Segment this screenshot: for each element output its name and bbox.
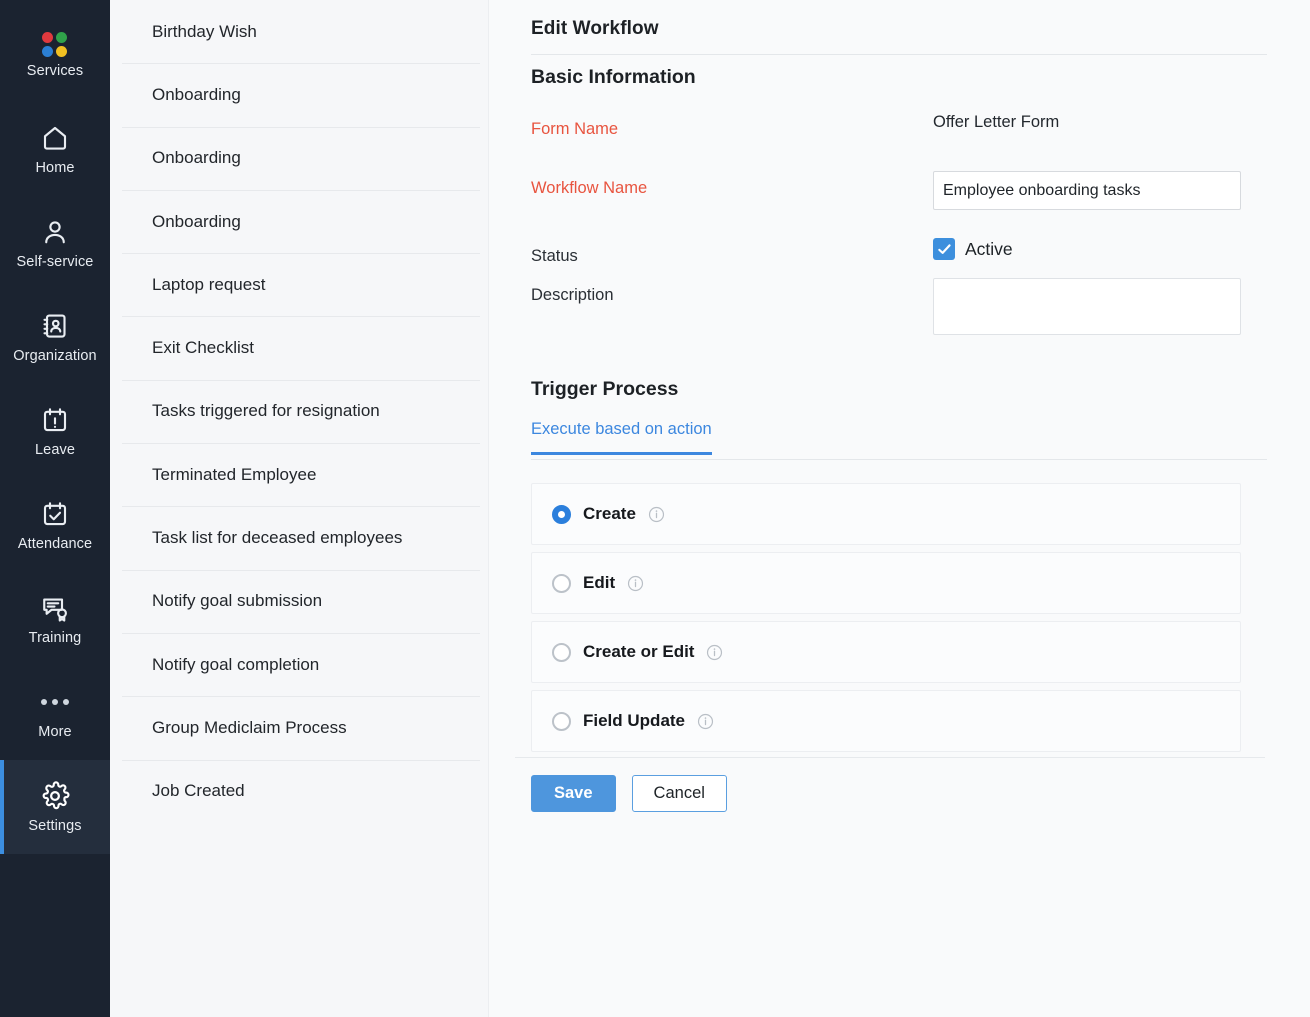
sidebar-item-label: Self-service — [17, 255, 94, 270]
app-root: Services Home Self-service Organization Leav… — [0, 0, 1310, 1017]
gear-icon — [40, 781, 70, 811]
workflow-list-item-label: Notify goal completion — [152, 655, 319, 675]
page-title: Edit Workflow — [531, 18, 659, 40]
trigger-option-label: Edit — [583, 573, 615, 593]
workflow-list-item-label: Onboarding — [152, 85, 241, 105]
home-icon — [40, 123, 70, 153]
radio-button[interactable] — [552, 505, 571, 524]
sidebar-item-label: Organization — [13, 349, 96, 364]
sidebar-item-training[interactable]: Training — [0, 572, 110, 666]
sidebar-item-self-service[interactable]: Self-service — [0, 196, 110, 290]
workflow-list-item-label: Job Created — [152, 781, 245, 801]
trigger-option-create[interactable]: Create — [531, 483, 1241, 545]
trigger-option-field-update[interactable]: Field Update — [531, 690, 1241, 752]
sidebar-item-label: Leave — [35, 443, 75, 458]
sidebar-item-label: Services — [27, 64, 83, 79]
active-checkbox-label: Active — [965, 239, 1013, 260]
workflow-name-input[interactable] — [933, 171, 1241, 210]
action-buttons: Save Cancel — [531, 775, 727, 812]
workflow-list-item[interactable]: Group Mediclaim Process — [110, 696, 488, 759]
info-icon[interactable] — [627, 575, 644, 592]
sidebar-item-label: Training — [29, 631, 82, 646]
workflow-list-item[interactable]: Birthday Wish — [110, 0, 488, 63]
trigger-process-tabs: Execute based on action — [531, 420, 1267, 460]
trigger-option-label: Create — [583, 504, 636, 524]
radio-button[interactable] — [552, 643, 571, 662]
header-divider — [531, 54, 1267, 55]
trigger-process-heading: Trigger Process — [531, 378, 678, 401]
trigger-option-list: Create Edit Create or Edit Field Update — [531, 483, 1241, 759]
workflow-list-item[interactable]: Laptop request — [110, 253, 488, 316]
workflow-list-item[interactable]: Terminated Employee — [110, 443, 488, 506]
info-icon[interactable] — [648, 506, 665, 523]
active-checkbox[interactable] — [933, 238, 955, 260]
workflow-list-panel[interactable]: Birthday Wish Onboarding Onboarding Onboard… — [110, 0, 489, 1017]
description-label: Description — [531, 286, 614, 305]
workflow-list-item-label: Group Mediclaim Process — [152, 718, 347, 738]
sidebar-item-leave[interactable]: Leave — [0, 384, 110, 478]
save-button[interactable]: Save — [531, 775, 616, 812]
user-icon — [40, 217, 70, 247]
trigger-option-create-or-edit[interactable]: Create or Edit — [531, 621, 1241, 683]
workflow-list-item-label: Onboarding — [152, 148, 241, 168]
sidebar-item-more[interactable]: More — [0, 666, 110, 760]
workflow-list-item[interactable]: Job Created — [110, 760, 488, 823]
calendar-check-icon — [40, 499, 70, 529]
sidebar-item-home[interactable]: Home — [0, 102, 110, 196]
organization-icon — [40, 311, 70, 341]
workflow-name-label: Workflow Name — [531, 179, 647, 198]
sidebar-item-label: Settings — [28, 819, 81, 834]
sidebar-item-label: More — [38, 725, 71, 740]
actions-divider — [515, 757, 1265, 758]
form-name-value: Offer Letter Form — [933, 113, 1059, 132]
workflow-list-item-label: Tasks triggered for resignation — [152, 401, 380, 421]
radio-button[interactable] — [552, 574, 571, 593]
workflow-list-item[interactable]: Notify goal completion — [110, 633, 488, 696]
workflow-list-item-label: Laptop request — [152, 275, 265, 295]
sidebar-item-label: Home — [35, 161, 74, 176]
workflow-list-item-label: Onboarding — [152, 212, 241, 232]
workflow-list-item-label: Birthday Wish — [152, 22, 257, 42]
training-icon — [40, 593, 70, 623]
sidebar-item-label: Attendance — [18, 537, 92, 552]
ellipsis-icon — [41, 687, 69, 717]
sidebar-item-attendance[interactable]: Attendance — [0, 478, 110, 572]
edit-workflow-panel: Edit Workflow Basic Information Form Nam… — [489, 0, 1310, 1017]
sidebar-item-settings[interactable]: Settings — [0, 760, 110, 854]
sidebar-item-services[interactable]: Services — [0, 8, 110, 102]
workflow-list-item-label: Notify goal submission — [152, 591, 322, 611]
workflow-list-item[interactable]: Onboarding — [110, 190, 488, 253]
workflow-list-item[interactable]: Exit Checklist — [110, 316, 488, 379]
status-row: Active — [933, 238, 1013, 260]
workflow-list-item-label: Exit Checklist — [152, 338, 254, 358]
workflow-list-item[interactable]: Tasks triggered for resignation — [110, 380, 488, 443]
calendar-alert-icon — [40, 405, 70, 435]
workflow-list-item[interactable]: Onboarding — [110, 63, 488, 126]
basic-information-heading: Basic Information — [531, 66, 696, 89]
services-logo-icon — [42, 32, 68, 56]
sidebar-item-organization[interactable]: Organization — [0, 290, 110, 384]
description-textarea[interactable] — [933, 278, 1241, 335]
cancel-button[interactable]: Cancel — [632, 775, 727, 812]
workflow-list-item[interactable]: Onboarding — [110, 127, 488, 190]
workflow-list-item-label: Task list for deceased employees — [152, 528, 402, 548]
form-name-label: Form Name — [531, 120, 618, 139]
radio-button[interactable] — [552, 712, 571, 731]
info-icon[interactable] — [697, 713, 714, 730]
workflow-list-item[interactable]: Task list for deceased employees — [110, 506, 488, 569]
workflow-list-item-label: Terminated Employee — [152, 465, 316, 485]
trigger-option-edit[interactable]: Edit — [531, 552, 1241, 614]
tab-execute-based-on-action[interactable]: Execute based on action — [531, 420, 712, 455]
workflow-list-item[interactable]: Notify goal submission — [110, 570, 488, 633]
left-nav-rail: Services Home Self-service Organization Leav… — [0, 0, 110, 1017]
trigger-option-label: Field Update — [583, 711, 685, 731]
trigger-option-label: Create or Edit — [583, 642, 694, 662]
info-icon[interactable] — [706, 644, 723, 661]
status-label: Status — [531, 247, 578, 266]
